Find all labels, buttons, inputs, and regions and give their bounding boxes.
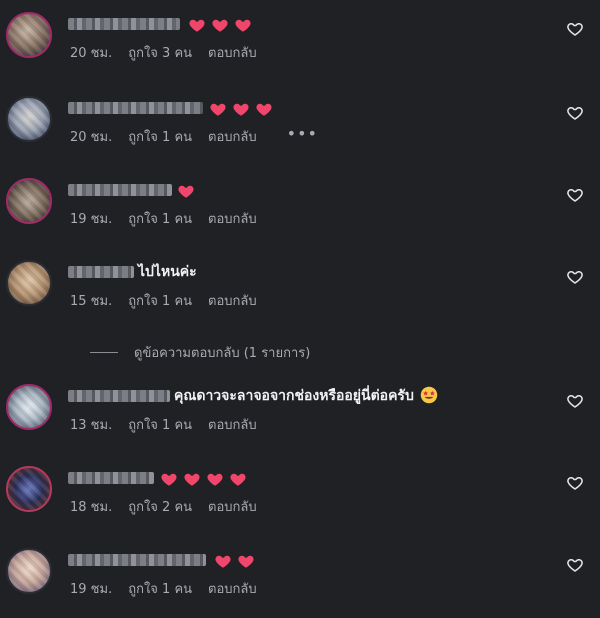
- red-heart-emoji-icon: [189, 19, 205, 32]
- comment-meta: 18 ชม. ถูกใจ 2 คน ตอบกลับ: [70, 496, 273, 517]
- comment-time: 15 ชม.: [70, 294, 113, 309]
- heart-outline-icon[interactable]: [566, 20, 584, 38]
- comment-time: 18 ชม.: [70, 500, 113, 515]
- comment-item: 20 ชม. ถูกใจ 3 คน ตอบกลับ: [0, 12, 600, 82]
- like-count[interactable]: ถูกใจ 1 คน: [128, 208, 192, 229]
- red-heart-emoji-icon: [233, 103, 249, 116]
- heart-outline-icon[interactable]: [566, 104, 584, 122]
- comment-item: ไปไหนค่ะ 15 ชม. ถูกใจ 1 คน ตอบกลับ: [0, 260, 600, 330]
- star-struck-emoji-icon: [420, 386, 438, 404]
- heart-outline-icon[interactable]: [566, 186, 584, 204]
- reply-button[interactable]: ตอบกลับ: [208, 208, 257, 229]
- comment-meta: 20 ชม. ถูกใจ 3 คน ตอบกลับ: [70, 42, 273, 63]
- username-blurred[interactable]: [68, 266, 134, 278]
- reply-button[interactable]: ตอบกลับ: [208, 578, 257, 599]
- avatar[interactable]: [6, 466, 52, 512]
- heart-outline-icon[interactable]: [566, 268, 584, 286]
- divider: [90, 352, 118, 353]
- red-heart-emoji-icon: [207, 473, 223, 486]
- red-heart-emoji-icon: [230, 473, 246, 486]
- comment-item: 19 ชม. ถูกใจ 1 คน ตอบกลับ: [0, 548, 600, 618]
- heart-emojis: [214, 552, 255, 570]
- avatar[interactable]: [6, 548, 52, 594]
- avatar[interactable]: [6, 12, 52, 58]
- red-heart-emoji-icon: [161, 473, 177, 486]
- avatar[interactable]: [6, 178, 52, 224]
- reply-button[interactable]: ตอบกลับ: [208, 126, 257, 147]
- avatar[interactable]: [6, 96, 52, 142]
- username-blurred[interactable]: [68, 390, 170, 402]
- reply-button[interactable]: ตอบกลับ: [208, 42, 257, 63]
- red-heart-emoji-icon: [212, 19, 228, 32]
- red-heart-emoji-icon: [184, 473, 200, 486]
- red-heart-emoji-icon: [178, 185, 194, 198]
- red-heart-emoji-icon: [238, 555, 254, 568]
- view-replies-label: ดูข้อความตอบกลับ (1 รายการ): [134, 346, 311, 361]
- username-blurred[interactable]: [68, 554, 206, 566]
- username-blurred[interactable]: [68, 472, 154, 484]
- red-heart-emoji-icon: [210, 103, 226, 116]
- reply-button[interactable]: ตอบกลับ: [208, 496, 257, 517]
- username-blurred[interactable]: [68, 102, 203, 114]
- red-heart-emoji-icon: [235, 19, 251, 32]
- comment-item: 19 ชม. ถูกใจ 1 คน ตอบกลับ: [0, 178, 600, 248]
- comment-time: 13 ชม.: [70, 418, 113, 433]
- comment-meta: 13 ชม. ถูกใจ 1 คน ตอบกลับ: [70, 414, 273, 435]
- like-count[interactable]: ถูกใจ 2 คน: [128, 496, 192, 517]
- reply-button[interactable]: ตอบกลับ: [208, 414, 257, 435]
- comment-meta: 19 ชม. ถูกใจ 1 คน ตอบกลับ: [70, 578, 273, 599]
- comment-meta: 19 ชม. ถูกใจ 1 คน ตอบกลับ: [70, 208, 273, 229]
- username-blurred[interactable]: [68, 184, 172, 196]
- comment-text: คุณดาวจะลาจอจากช่องหรืออยู่นี่ต่อครับ: [174, 384, 438, 408]
- comment-text: ไปไหนค่ะ: [138, 264, 197, 280]
- comment-time: 20 ชม.: [70, 130, 113, 145]
- avatar[interactable]: [6, 260, 52, 306]
- comment-time: 19 ชม.: [70, 582, 113, 597]
- heart-emojis: [188, 16, 252, 34]
- like-count[interactable]: ถูกใจ 1 คน: [128, 290, 192, 311]
- comment-item: 20 ชม. ถูกใจ 1 คน ตอบกลับ •••: [0, 96, 600, 166]
- avatar[interactable]: [6, 384, 52, 430]
- more-options-icon[interactable]: •••: [287, 124, 318, 143]
- comment-meta: 20 ชม. ถูกใจ 1 คน ตอบกลับ •••: [70, 124, 334, 147]
- red-heart-emoji-icon: [256, 103, 272, 116]
- like-count[interactable]: ถูกใจ 1 คน: [128, 126, 192, 147]
- like-count[interactable]: ถูกใจ 3 คน: [128, 42, 192, 63]
- like-count[interactable]: ถูกใจ 1 คน: [128, 414, 192, 435]
- comment-meta: 15 ชม. ถูกใจ 1 คน ตอบกลับ: [70, 290, 273, 311]
- reply-button[interactable]: ตอบกลับ: [208, 290, 257, 311]
- heart-emojis: [160, 470, 247, 488]
- heart-emojis: [209, 100, 273, 118]
- heart-outline-icon[interactable]: [566, 474, 584, 492]
- comment-item: คุณดาวจะลาจอจากช่องหรืออยู่นี่ต่อครับ 13…: [0, 384, 600, 454]
- heart-outline-icon[interactable]: [566, 392, 584, 410]
- heart-outline-icon[interactable]: [566, 556, 584, 574]
- comment-time: 19 ชม.: [70, 212, 113, 227]
- comment-time: 20 ชม.: [70, 46, 113, 61]
- view-replies-link[interactable]: ดูข้อความตอบกลับ (1 รายการ): [90, 342, 310, 363]
- like-count[interactable]: ถูกใจ 1 คน: [128, 578, 192, 599]
- username-blurred[interactable]: [68, 18, 180, 30]
- comment-text-content: คุณดาวจะลาจอจากช่องหรืออยู่นี่ต่อครับ: [174, 388, 414, 404]
- comment-item: 18 ชม. ถูกใจ 2 คน ตอบกลับ: [0, 466, 600, 536]
- heart-emojis: [177, 182, 195, 200]
- red-heart-emoji-icon: [215, 555, 231, 568]
